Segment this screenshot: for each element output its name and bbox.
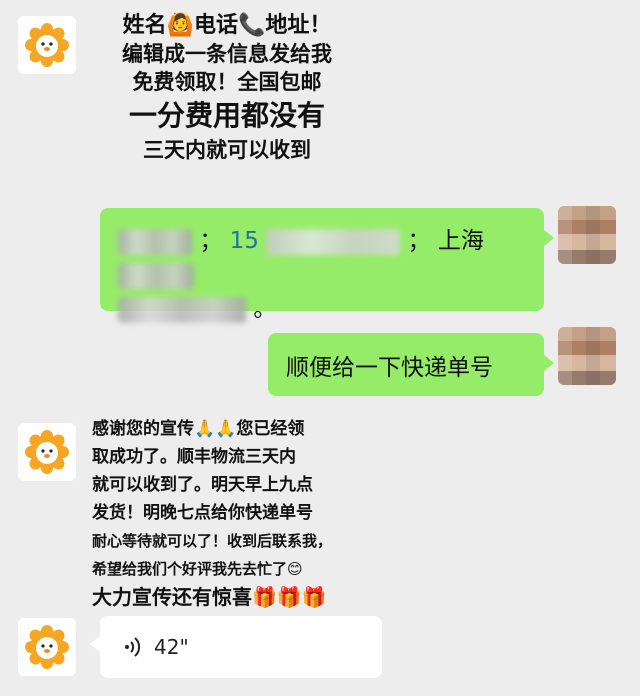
promo-line-5: 三天内就可以收到 xyxy=(143,138,311,162)
lion-logo-icon xyxy=(25,625,69,669)
promo-message: 姓名🙆电话📞地址！ 编辑成一条信息发给我 免费领取！全国包邮 一分费用都没有 三… xyxy=(96,12,358,164)
sender-avatar[interactable] xyxy=(18,618,76,676)
promo-line-1: 姓名🙆电话📞地址！ xyxy=(122,13,332,38)
reply-line-2: 取成功了。顺丰物流三天内 xyxy=(92,447,296,467)
promo-line-2: 编辑成一条信息发给我 xyxy=(122,42,332,66)
reply-line-4: 发货！明晚七点给你快递单号 xyxy=(92,503,313,523)
voice-duration: 42" xyxy=(154,635,189,659)
promo-line-3: 免费领取！全国包邮 xyxy=(132,70,322,94)
sender-avatar[interactable] xyxy=(18,423,76,481)
reply-line-6: 希望给我们个好评我先去忙了😊 xyxy=(92,560,303,578)
reply-line-3: 就可以收到了。明天早上九点 xyxy=(92,475,313,495)
lion-logo-icon xyxy=(25,23,69,67)
phone-prefix: 15 xyxy=(229,228,259,254)
sentence-end: 。 xyxy=(253,296,277,322)
redacted-address xyxy=(118,262,194,289)
user-avatar[interactable] xyxy=(558,206,616,264)
tracking-request-message[interactable]: 顺便给一下快递单号 xyxy=(268,333,554,396)
user-avatar[interactable] xyxy=(558,327,616,385)
reply-message: 感谢您的宣传🙏🙏您已经领 取成功了。顺丰物流三天内 就可以收到了。明天早上九点 … xyxy=(92,415,360,611)
redacted-address-2 xyxy=(118,296,246,323)
redacted-name xyxy=(118,228,192,255)
reply-line-1: 感谢您的宣传🙏🙏您已经领 xyxy=(92,419,305,439)
reply-line-5: 耐心等待就可以了！收到后联系我， xyxy=(92,532,333,550)
address-prefix: 上海 xyxy=(437,228,484,254)
user-info-message[interactable]: ； 15 ； 上海 。 xyxy=(100,208,554,323)
sender-avatar[interactable] xyxy=(18,16,76,74)
redacted-phone xyxy=(266,228,401,255)
separator: ； xyxy=(199,228,223,254)
lion-logo-icon xyxy=(25,430,69,474)
promo-line-4: 一分费用都没有 xyxy=(128,99,325,132)
voice-message[interactable]: 42" xyxy=(90,616,382,678)
tracking-request-text: 顺便给一下快递单号 xyxy=(286,354,493,381)
separator: ； xyxy=(407,228,431,254)
voice-wave-icon xyxy=(125,637,141,657)
reply-line-7: 大力宣传还有惊喜🎁🎁🎁 xyxy=(92,585,327,609)
